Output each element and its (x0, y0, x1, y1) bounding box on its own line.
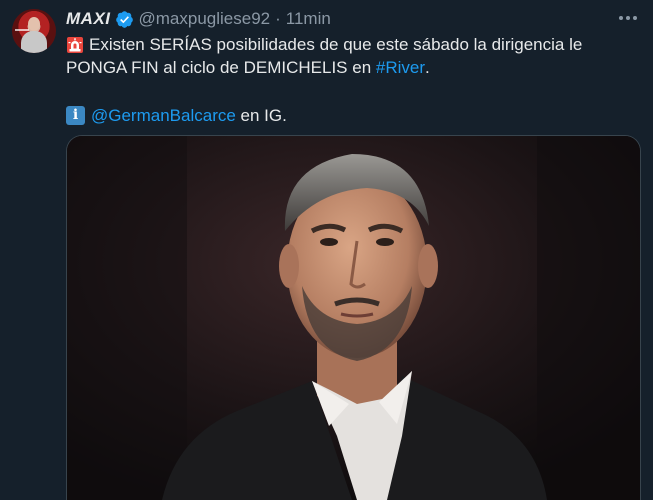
tweet-text-line-2-suffix: . (425, 58, 430, 77)
avatar-face (28, 17, 40, 31)
more-dot (633, 16, 637, 20)
tweet-media-photo[interactable] (66, 135, 641, 500)
tweet-text-line-2-content: PONGA FIN al ciclo de DEMICHELIS en (66, 58, 376, 77)
rotating-light-icon (66, 36, 84, 54)
more-dot (619, 16, 623, 20)
avatar[interactable] (12, 9, 56, 53)
tweet-text-line-3: i @GermanBalcarce en IG. (66, 104, 626, 127)
verified-badge-icon (115, 10, 134, 29)
more-options-icon[interactable] (617, 8, 639, 28)
information-icon: i (66, 106, 85, 125)
photo-illustration (67, 136, 640, 500)
tweet[interactable]: MAXI @maxpugliese92 · 11min Existen SERÍ… (0, 0, 653, 500)
tweet-text-line-2: PONGA FIN al ciclo de DEMICHELIS en #Riv… (66, 56, 626, 79)
display-name[interactable]: MAXI (66, 9, 111, 29)
avatar-caption-mark (15, 29, 29, 31)
timestamp[interactable]: 11min (286, 9, 331, 29)
hashtag-link[interactable]: #River (376, 56, 425, 79)
tweet-text: Existen SERÍAS posibilidades de que este… (66, 33, 626, 127)
avatar-body (21, 31, 47, 53)
more-dot (626, 16, 630, 20)
handle[interactable]: @maxpugliese92 (139, 9, 271, 29)
mention-link[interactable]: @GermanBalcarce (91, 104, 236, 127)
tweet-text-line-1-content: Existen SERÍAS posibilidades de que este… (89, 35, 583, 54)
separator-dot: · (275, 9, 281, 28)
mention-suffix: en IG. (235, 106, 287, 125)
tweet-header: MAXI @maxpugliese92 · 11min (66, 9, 331, 29)
tweet-text-line-1: Existen SERÍAS posibilidades de que este… (66, 33, 626, 56)
